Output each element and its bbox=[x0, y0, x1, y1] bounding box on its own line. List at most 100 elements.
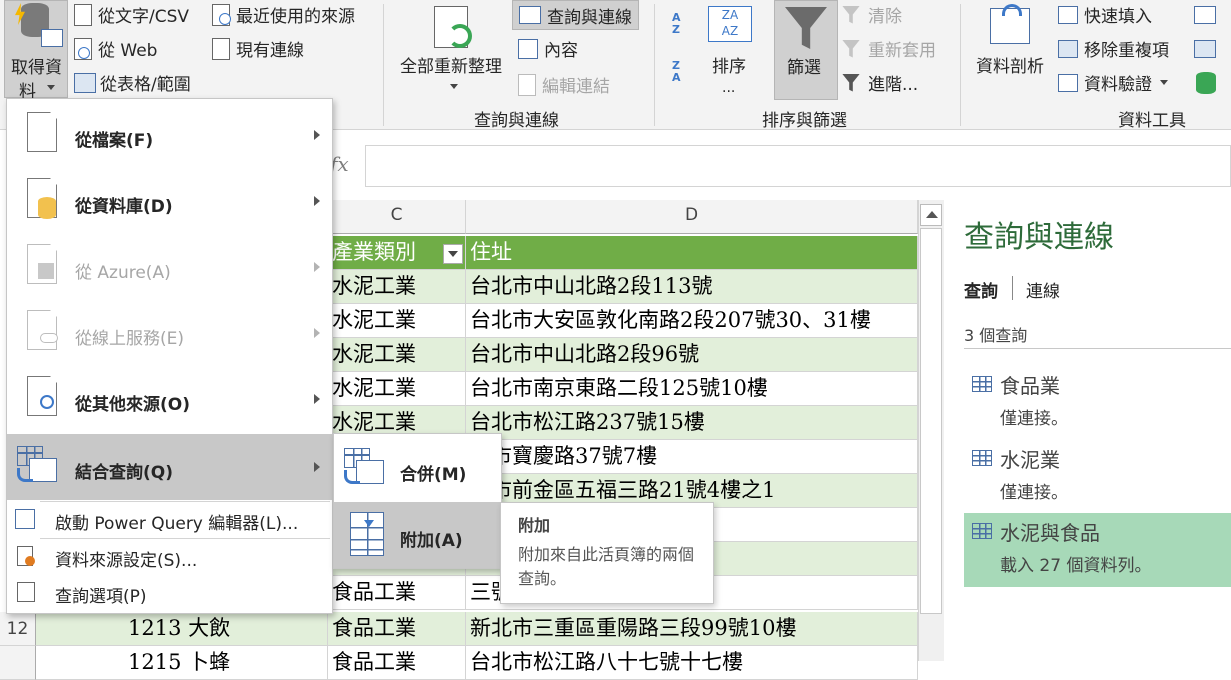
chevron-right-icon bbox=[314, 394, 320, 404]
table-header-d-label: 住址 bbox=[470, 240, 512, 264]
query-name: 食品業 bbox=[1000, 374, 1060, 398]
table-cell[interactable]: 水泥工業 bbox=[328, 304, 466, 338]
refresh-all-button[interactable]: 全部重新整理 bbox=[398, 2, 510, 98]
text-to-columns-button[interactable]: 資料剖析 bbox=[972, 4, 1052, 98]
from-web-button[interactable]: 從 Web bbox=[74, 36, 157, 61]
query-item-food[interactable]: 食品業 僅連接。 bbox=[964, 366, 1231, 440]
query-item-cement[interactable]: 水泥業 僅連接。 bbox=[964, 440, 1231, 514]
properties-label: 內容 bbox=[544, 41, 578, 61]
table-cell[interactable]: 台北市中山北路2段96號 bbox=[466, 338, 918, 372]
tooltip-title: 附加 bbox=[518, 516, 551, 535]
edit-links-button[interactable]: 編輯連結 bbox=[518, 72, 610, 97]
scroll-thumb[interactable] bbox=[920, 228, 942, 614]
table-cell[interactable]: 食品工業 bbox=[328, 576, 466, 610]
tab-connections[interactable]: 連線 bbox=[1026, 277, 1060, 302]
filter-dropdown-button[interactable] bbox=[443, 244, 463, 264]
table-cell[interactable]: 水泥工業 bbox=[328, 338, 466, 372]
file-icon bbox=[27, 111, 58, 152]
column-header-d[interactable]: D bbox=[466, 200, 918, 234]
table-badge-icon bbox=[41, 29, 63, 47]
clear-filter-button[interactable]: 清除 bbox=[842, 2, 902, 27]
table-cell[interactable]: 台北市南京東路二段125號10樓 bbox=[466, 372, 918, 406]
advanced-filter-button[interactable]: 進階... bbox=[842, 70, 918, 95]
column-header-c[interactable]: C bbox=[328, 200, 466, 234]
queries-connections-icon bbox=[519, 6, 541, 24]
group-label-sort-filter: 排序與篩選 bbox=[762, 111, 847, 131]
menu-item-label: 查詢選項(P) bbox=[55, 587, 147, 607]
tooltip-body: 附加來自此活頁簿的兩個查詢。 bbox=[518, 545, 695, 588]
menu-item-combine[interactable]: 結合查詢(Q) bbox=[7, 434, 332, 500]
existing-connections-button[interactable]: 現有連線 bbox=[212, 36, 304, 61]
table-cell[interactable]: 1215 卜蜂 bbox=[36, 646, 328, 680]
chevron-right-icon bbox=[314, 262, 320, 272]
table-cell[interactable]: 水泥工業 bbox=[328, 372, 466, 406]
from-table-range-label: 從表格/範圍 bbox=[100, 75, 191, 95]
remove-duplicates-button[interactable]: 移除重複項 bbox=[1058, 36, 1169, 61]
get-data-label: 取得資 bbox=[11, 58, 62, 78]
row-number[interactable]: 12 bbox=[0, 612, 36, 646]
flash-fill-button[interactable]: 快速填入 bbox=[1058, 2, 1152, 27]
reapply-label: 重新套用 bbox=[868, 41, 936, 61]
relationships-icon[interactable] bbox=[1194, 40, 1216, 58]
formula-input[interactable] bbox=[365, 145, 1231, 187]
menu-item-label: 結合查詢(Q) bbox=[75, 463, 173, 483]
pane-divider bbox=[964, 348, 1231, 349]
table-header-d[interactable]: 住址 bbox=[466, 236, 918, 270]
consolidate-icon[interactable] bbox=[1194, 6, 1216, 24]
menu-item-label: 從其他來源(O) bbox=[75, 395, 190, 415]
table-cell[interactable]: 1213 大飲 bbox=[36, 612, 328, 646]
data-validation-icon bbox=[1058, 73, 1078, 92]
query-item-combined[interactable]: 水泥與食品 載入 27 個資料列。 bbox=[964, 513, 1231, 587]
filter-button[interactable]: 篩選 bbox=[774, 0, 838, 100]
sort-za-button[interactable]: ZA bbox=[672, 60, 694, 88]
table-cell[interactable]: 食品工業 bbox=[328, 646, 466, 680]
query-status: 僅連接。 bbox=[1000, 409, 1068, 429]
menu-item-from-file[interactable]: 從檔案(F) bbox=[7, 102, 332, 168]
funnel-icon bbox=[785, 7, 827, 49]
cloud-icon bbox=[27, 309, 58, 350]
pane-title: 查詢與連線 bbox=[964, 220, 1114, 255]
menu-item-from-database[interactable]: 從資料庫(D) bbox=[7, 168, 332, 234]
menu-item-from-online[interactable]: 從線上服務(E) bbox=[7, 300, 332, 366]
arrow-down-icon bbox=[364, 520, 374, 527]
menu-item-query-options[interactable]: 查詢選項(P) bbox=[7, 576, 332, 610]
tab-queries[interactable]: 查詢 bbox=[964, 277, 998, 302]
row-number[interactable] bbox=[0, 646, 36, 680]
recent-sources-button[interactable]: 最近使用的來源 bbox=[212, 2, 355, 27]
submenu-item-merge[interactable]: 合併(M) bbox=[334, 436, 501, 502]
chevron-down-icon bbox=[1160, 80, 1168, 85]
sort-button[interactable]: ZA AZ 排序 ... bbox=[706, 6, 754, 98]
menu-item-from-other[interactable]: 從其他來源(O) bbox=[7, 366, 332, 432]
data-validation-button[interactable]: 資料驗證 bbox=[1058, 70, 1168, 95]
table-cell[interactable]: 台北市松江路237號15樓 bbox=[466, 406, 918, 440]
menu-item-label: 從線上服務(E) bbox=[75, 329, 185, 349]
menu-item-launch-pq[interactable]: 啟動 Power Query 編輯器(L)... bbox=[7, 503, 332, 537]
table-cell[interactable]: 台北市大安區敦化南路2段207號30、31樓 bbox=[466, 304, 918, 338]
properties-button[interactable]: 內容 bbox=[518, 36, 578, 61]
table-cell[interactable]: 台北市中山北路2段113號 bbox=[466, 270, 918, 304]
table-cell[interactable]: 水泥工業 bbox=[328, 270, 466, 304]
table-cell[interactable]: 新北市三重區重陽路三段99號10樓 bbox=[466, 612, 918, 646]
query-name: 水泥與食品 bbox=[1000, 521, 1100, 545]
from-table-range-button[interactable]: 從表格/範圍 bbox=[74, 70, 191, 95]
reapply-button[interactable]: 重新套用 bbox=[842, 36, 936, 61]
sort-az-button[interactable]: AZ bbox=[672, 12, 694, 40]
table-cell[interactable]: 北市寶慶路37號7樓 bbox=[466, 440, 918, 474]
advanced-label: 進階... bbox=[868, 75, 919, 95]
scroll-up-button[interactable] bbox=[920, 204, 942, 226]
table-cell[interactable]: 台北市松江路八十七號十七樓 bbox=[466, 646, 918, 680]
submenu-item-append[interactable]: 附加(A) bbox=[334, 502, 501, 568]
queries-connections-button[interactable]: 查詢與連線 bbox=[512, 0, 639, 30]
other-source-icon bbox=[27, 375, 58, 416]
web-icon bbox=[74, 37, 92, 60]
chevron-down-icon bbox=[450, 84, 458, 89]
menu-item-source-settings[interactable]: 資料來源設定(S)... bbox=[7, 540, 332, 574]
get-data-button[interactable]: 取得資 料 bbox=[4, 0, 68, 102]
from-text-csv-label: 從文字/CSV bbox=[98, 7, 190, 27]
data-model-icon[interactable] bbox=[1196, 72, 1216, 94]
from-text-csv-button[interactable]: 從文字/CSV bbox=[74, 2, 189, 27]
submenu-item-label: 合併(M) bbox=[400, 465, 467, 485]
table-cell[interactable]: 食品工業 bbox=[328, 612, 466, 646]
menu-item-from-azure[interactable]: 從 Azure(A) bbox=[7, 234, 332, 300]
chevron-right-icon bbox=[314, 462, 320, 472]
